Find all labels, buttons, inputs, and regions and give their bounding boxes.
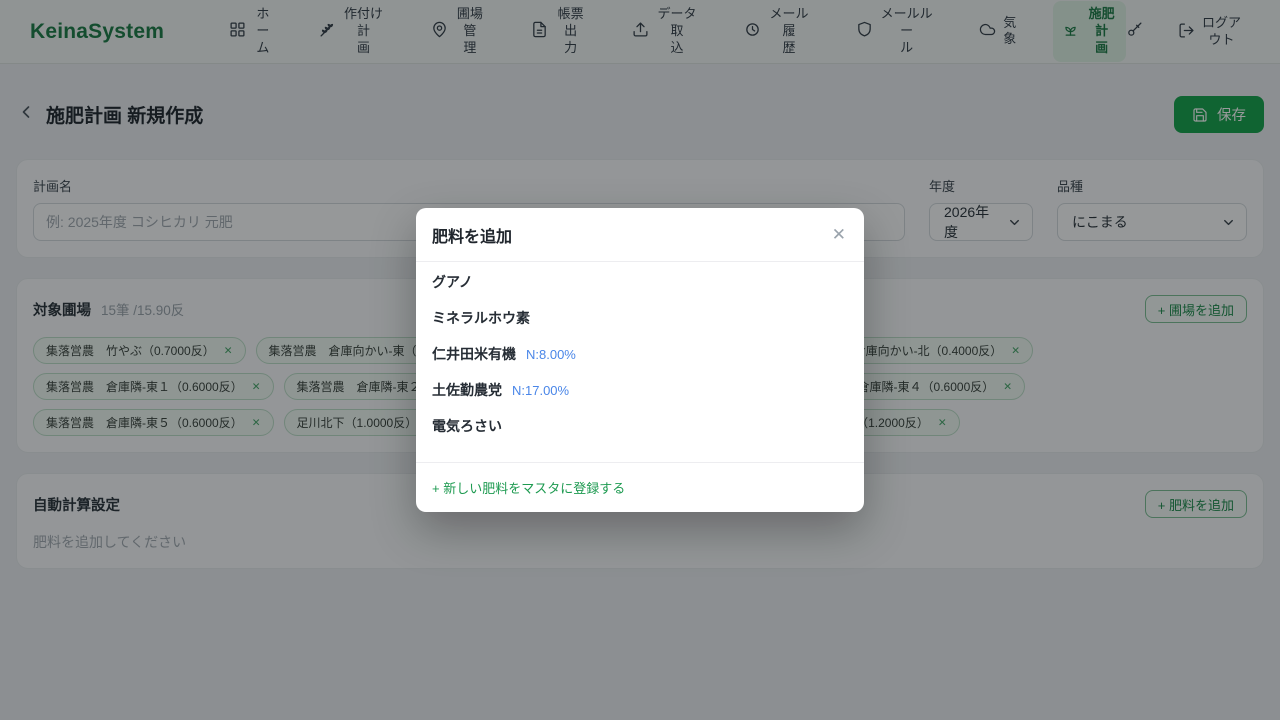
fertilizer-n-value: N:8.00% (526, 347, 576, 362)
fertilizer-name: 電気ろさい (432, 416, 502, 436)
fertilizer-name: 仁井田米有機 (432, 344, 516, 364)
fertilizer-list-item[interactable]: 土佐勤農党 N:17.00% (432, 380, 848, 416)
fertilizer-list: グアノ ミネラルホウ素 仁井田米有機 N:8.00% 土佐勤農党 N:17.00… (416, 262, 864, 462)
fertilizer-name: グアノ (432, 272, 473, 292)
fertilizer-name: ミネラルホウ素 (432, 308, 530, 328)
fertilizer-list-item[interactable]: グアノ (432, 272, 848, 308)
fertilizer-name: 土佐勤農党 (432, 380, 502, 400)
fertilizer-list-item[interactable]: 仁井田米有機 N:8.00% (432, 344, 848, 380)
fertilizer-n-value: N:17.00% (512, 383, 569, 398)
register-new-fertilizer-link[interactable]: + 新しい肥料をマスタに登録する (432, 478, 625, 497)
close-icon[interactable]: ✕ (830, 224, 848, 245)
fertilizer-list-item[interactable]: ミネラルホウ素 (432, 308, 848, 344)
add-fertilizer-modal: 肥料を追加 ✕ グアノ ミネラルホウ素 仁井田米有機 N:8.00% 土佐勤農党… (416, 208, 864, 512)
modal-title: 肥料を追加 (432, 223, 512, 247)
fertilizer-list-item[interactable]: 電気ろさい (432, 416, 848, 452)
